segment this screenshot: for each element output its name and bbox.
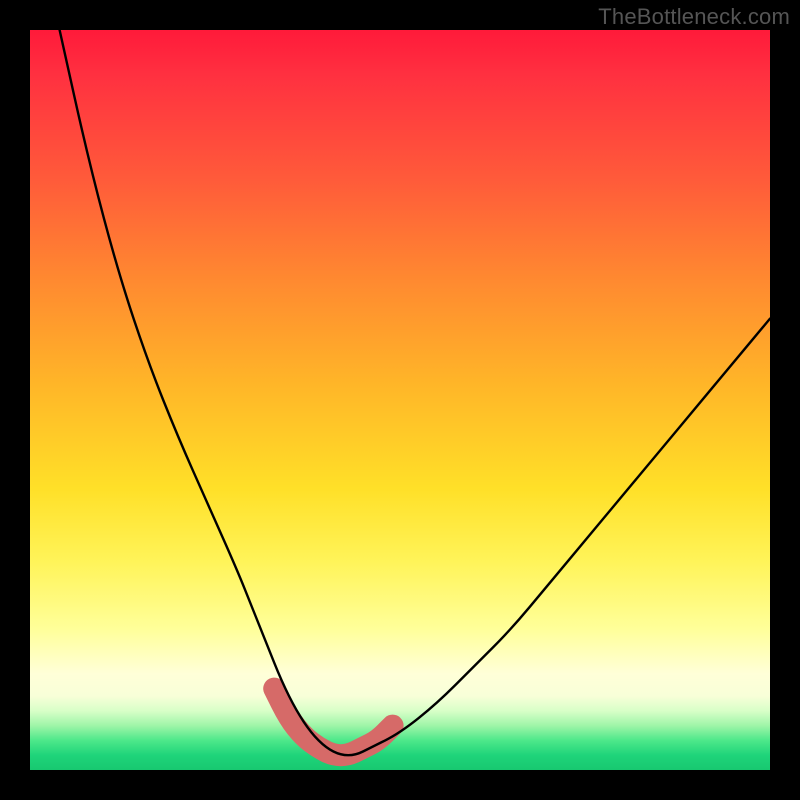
- plot-area: [30, 30, 770, 770]
- watermark-text: TheBottleneck.com: [598, 4, 790, 30]
- chart-frame: TheBottleneck.com: [0, 0, 800, 800]
- curve-layer: [30, 30, 770, 770]
- bottleneck-curve-path: [60, 30, 770, 755]
